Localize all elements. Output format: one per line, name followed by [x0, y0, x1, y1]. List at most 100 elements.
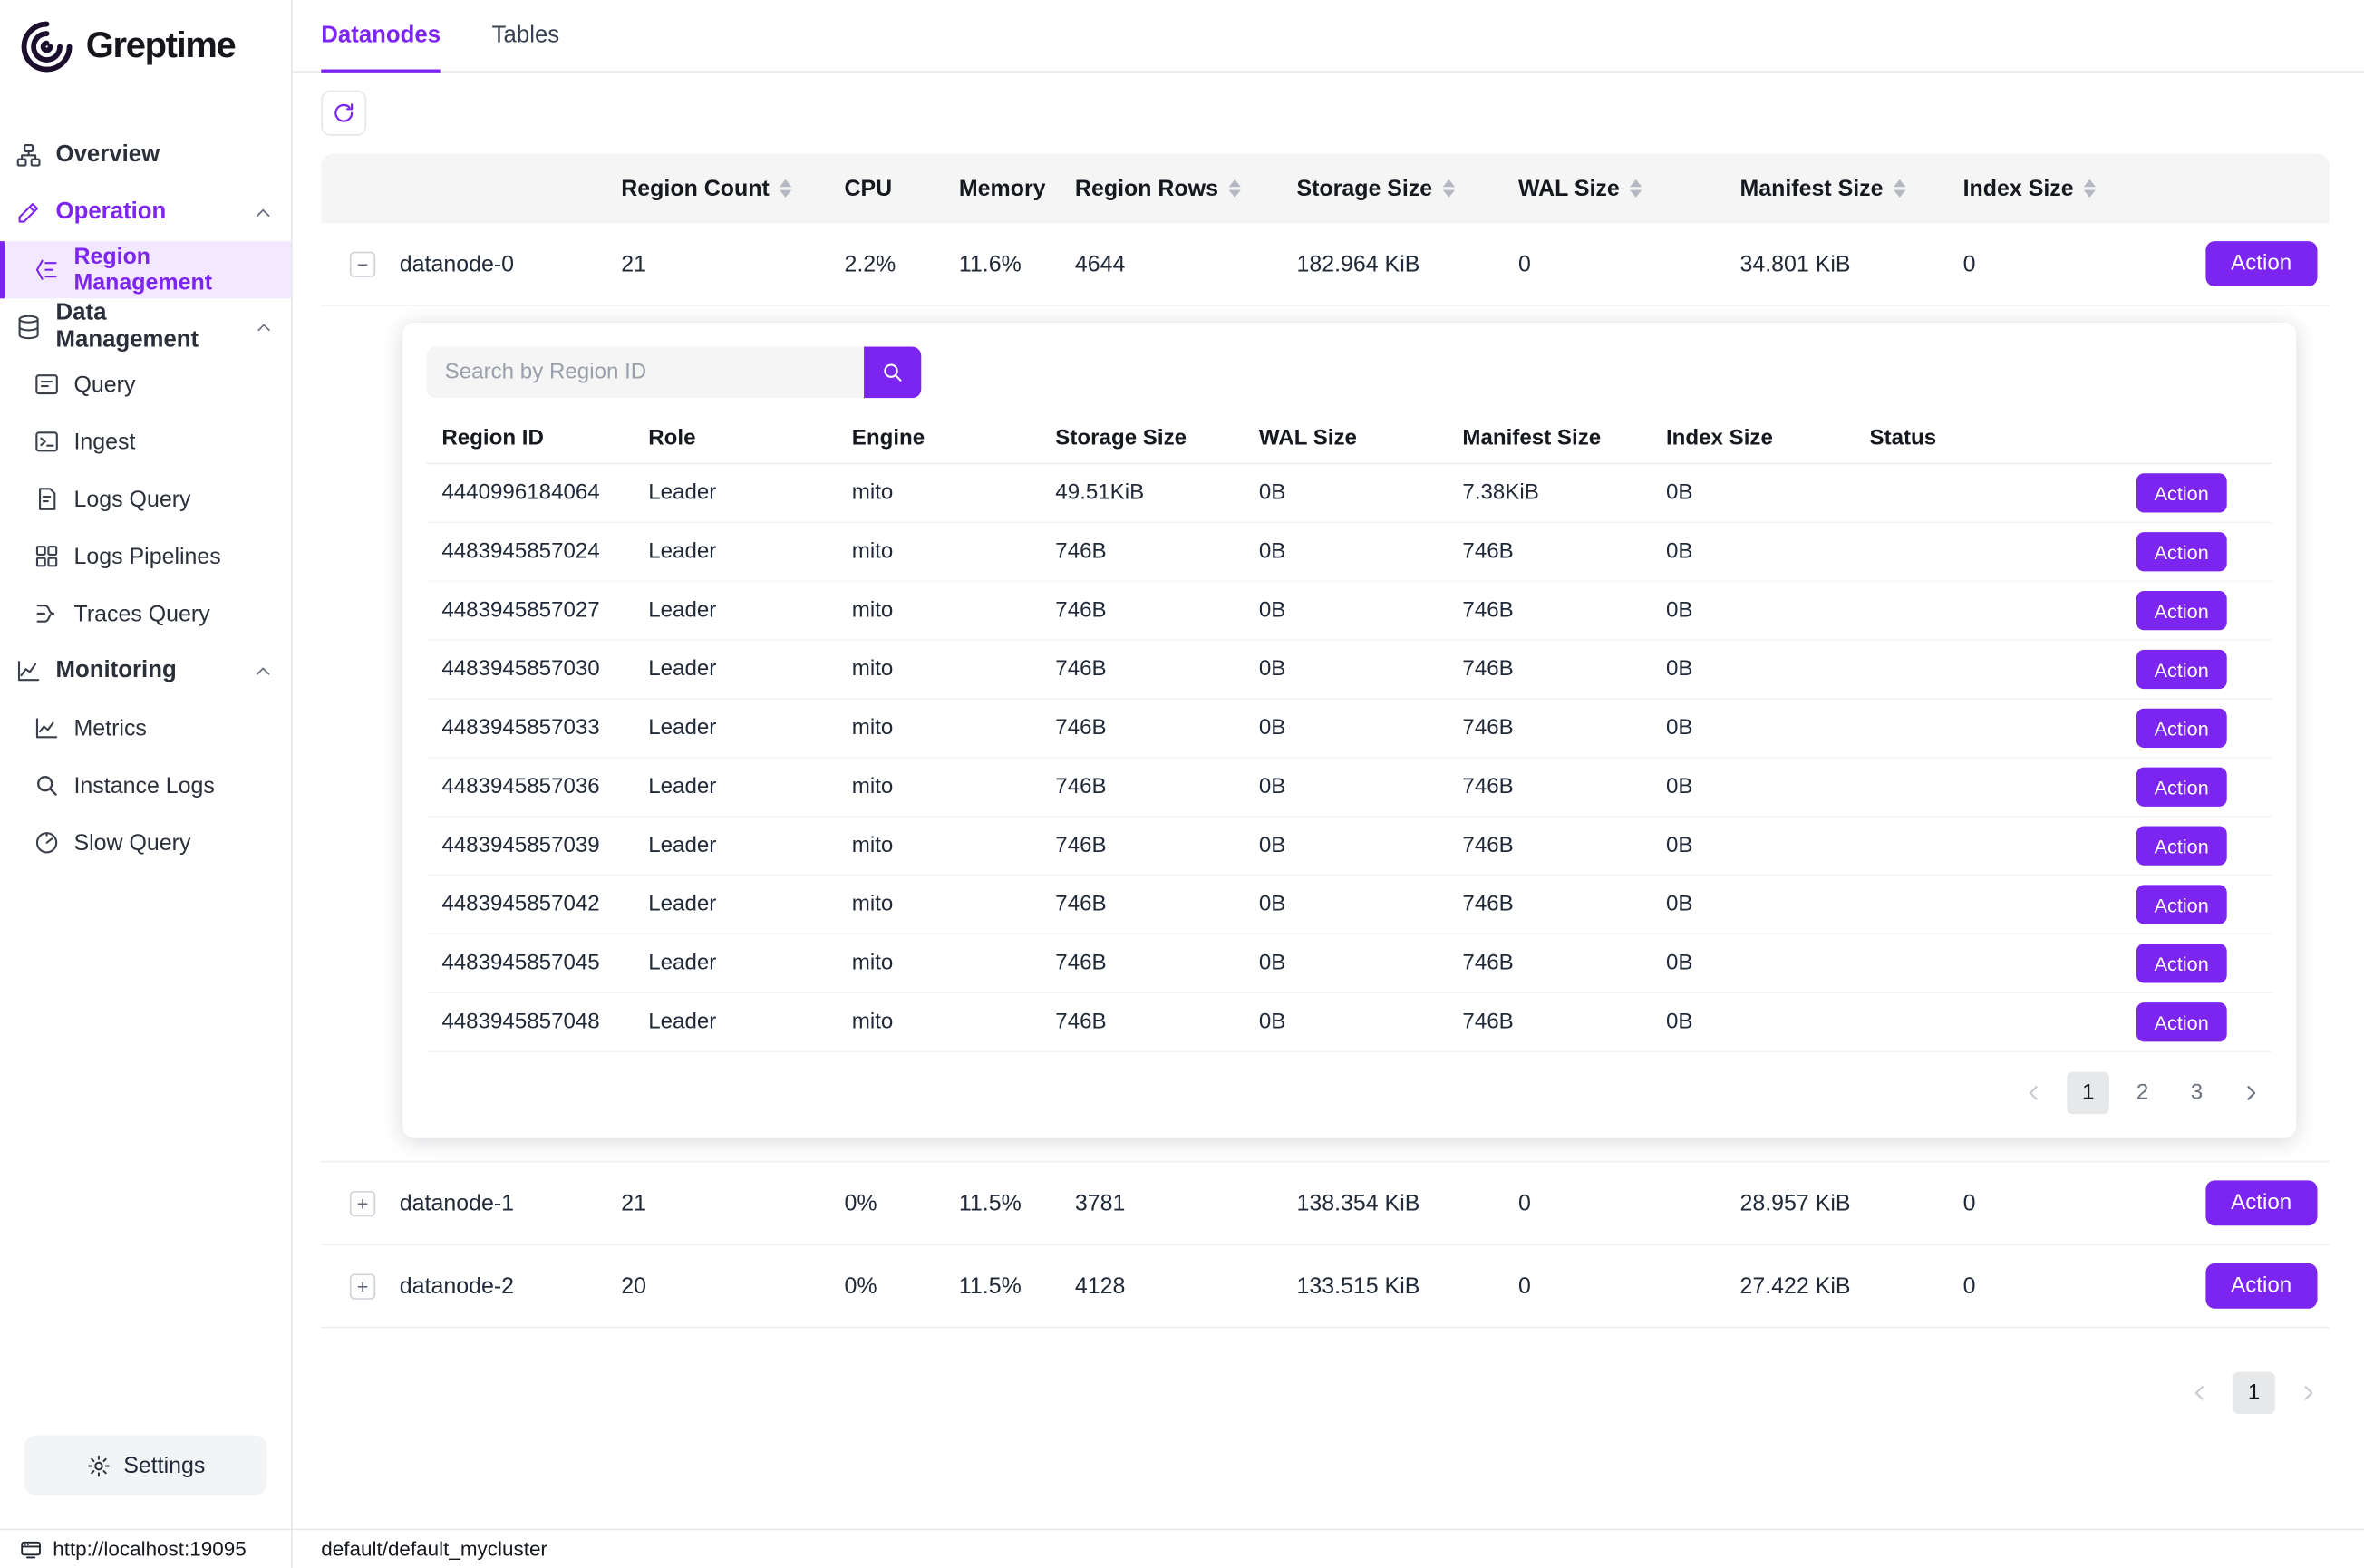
index-size-value: 0 — [1948, 1273, 2141, 1299]
region-search-button[interactable] — [864, 347, 921, 399]
pagination-page-3[interactable]: 3 — [2175, 1072, 2218, 1115]
expand-datanode-button[interactable]: + — [350, 1273, 375, 1299]
action-button[interactable]: Action — [2205, 1180, 2318, 1225]
sidebar-item-query[interactable]: Query — [0, 356, 291, 413]
index-size-value: 0B — [1651, 893, 1855, 917]
sidebar-group-data-management[interactable]: Data Management — [0, 298, 291, 355]
chevron-up-icon — [255, 317, 273, 337]
column-header-storage-size[interactable]: Storage Size — [1282, 176, 1504, 201]
action-button[interactable]: Action — [2205, 1263, 2318, 1309]
index-size-value: 0 — [1948, 251, 2141, 276]
action-button[interactable]: Action — [2136, 885, 2227, 924]
action-button[interactable]: Action — [2136, 944, 2227, 982]
chevron-up-icon — [253, 661, 273, 681]
region-row: 4483945857045 Leader mito 746B 0B 746B 0… — [427, 934, 2272, 993]
pagination-page-1[interactable]: 1 — [2067, 1072, 2109, 1115]
column-header-region-rows[interactable]: Region Rows — [1060, 176, 1282, 201]
sidebar-item-ingest[interactable]: Ingest — [0, 413, 291, 470]
pagination-page-2[interactable]: 2 — [2121, 1072, 2164, 1115]
index-size-value: 0B — [1651, 834, 1855, 858]
sort-icon[interactable] — [1630, 179, 1642, 198]
role-value: Leader — [634, 952, 838, 976]
action-button[interactable]: Action — [2136, 532, 2227, 571]
action-button[interactable]: Action — [2136, 650, 2227, 689]
sidebar-item-region-management[interactable]: Region Management — [0, 241, 291, 298]
sort-icon[interactable] — [1443, 179, 1455, 198]
region-row: 4483945857036 Leader mito 746B 0B 746B 0… — [427, 759, 2272, 818]
pagination-next-button[interactable] — [2287, 1372, 2330, 1415]
sidebar-item-logs-query[interactable]: Logs Query — [0, 470, 291, 528]
storage-size-value: 746B — [1041, 716, 1245, 740]
tab-datanodes[interactable]: Datanodes — [321, 0, 441, 71]
region-count-value: 21 — [606, 1190, 829, 1215]
region-id-value: 4483945857042 — [427, 893, 634, 917]
sidebar-item-traces-query[interactable]: Traces Query — [0, 585, 291, 642]
engine-value: mito — [837, 716, 1041, 740]
sidebar-group-monitoring[interactable]: Monitoring — [0, 643, 291, 700]
index-size-value: 0B — [1651, 716, 1855, 740]
memory-value: 11.5% — [944, 1190, 1060, 1215]
wal-size-value: 0 — [1503, 251, 1725, 276]
chevron-left-icon — [2189, 1382, 2210, 1403]
sidebar-item-metrics[interactable]: Metrics — [0, 700, 291, 757]
toolbar — [293, 73, 2364, 154]
column-header-region-count[interactable]: Region Count — [606, 176, 829, 201]
sidebar-item-instance-logs[interactable]: Instance Logs — [0, 757, 291, 814]
column-header-manifest-size[interactable]: Manifest Size — [1725, 176, 1948, 201]
wal-size-value: 0B — [1244, 598, 1448, 623]
manifest-size-value: 28.957 KiB — [1725, 1190, 1948, 1215]
sidebar-item-label: Traces Query — [74, 601, 210, 626]
manifest-size-value: 746B — [1448, 834, 1652, 858]
pagination-prev-button[interactable] — [2178, 1372, 2221, 1415]
sidebar-item-logs-pipelines[interactable]: Logs Pipelines — [0, 528, 291, 585]
logs-query-icon — [34, 486, 61, 513]
brand-logo[interactable]: Greptime — [0, 0, 291, 91]
storage-size-value: 746B — [1041, 539, 1245, 564]
column-header-index-size[interactable]: Index Size — [1948, 176, 2141, 201]
sidebar-item-label: Slow Query — [74, 830, 191, 856]
column-header-wal-size: WAL Size — [1244, 426, 1448, 450]
action-button[interactable]: Action — [2136, 591, 2227, 630]
sort-icon[interactable] — [780, 179, 791, 198]
sidebar-item-slow-query[interactable]: Slow Query — [0, 814, 291, 871]
region-id-value: 4483945857039 — [427, 834, 634, 858]
engine-value: mito — [837, 775, 1041, 799]
gear-icon — [86, 1453, 111, 1478]
region-rows-value: 4128 — [1060, 1273, 1282, 1299]
sort-icon[interactable] — [1229, 179, 1241, 198]
engine-value: mito — [837, 481, 1041, 506]
database-icon — [15, 314, 43, 341]
expand-datanode-button[interactable]: + — [350, 1190, 375, 1215]
settings-button[interactable]: Settings — [24, 1435, 267, 1495]
column-header-wal-size[interactable]: WAL Size — [1503, 176, 1725, 201]
action-button[interactable]: Action — [2136, 768, 2227, 807]
brand-name: Greptime — [86, 25, 236, 68]
action-button[interactable]: Action — [2136, 826, 2227, 865]
greptime-dashboard: Greptime Overview Operation Region Manag… — [0, 0, 2364, 1568]
collapse-datanode-button[interactable]: − — [350, 251, 375, 276]
action-button[interactable]: Action — [2136, 473, 2227, 512]
sort-icon[interactable] — [2084, 179, 2096, 198]
tab-tables[interactable]: Tables — [492, 0, 560, 71]
traces-query-icon — [34, 600, 61, 627]
pagination-prev-button[interactable] — [2013, 1072, 2056, 1115]
sort-icon[interactable] — [1894, 179, 1905, 198]
sidebar-group-operation[interactable]: Operation — [0, 184, 291, 241]
index-size-value: 0B — [1651, 1010, 1855, 1034]
pagination-next-button[interactable] — [2230, 1072, 2272, 1115]
role-value: Leader — [634, 775, 838, 799]
action-button[interactable]: Action — [2136, 1002, 2227, 1041]
action-button[interactable]: Action — [2136, 709, 2227, 748]
refresh-button[interactable] — [321, 91, 366, 136]
pagination-page-1[interactable]: 1 — [2233, 1372, 2275, 1415]
region-row: 4483945857030 Leader mito 746B 0B 746B 0… — [427, 641, 2272, 700]
sidebar-item-overview[interactable]: Overview — [0, 127, 291, 184]
region-search-input[interactable] — [427, 347, 864, 399]
index-size-value: 0B — [1651, 775, 1855, 799]
sidebar-group-label: Data Management — [56, 300, 242, 354]
action-button[interactable]: Action — [2205, 241, 2318, 286]
manifest-size-value: 746B — [1448, 598, 1652, 623]
datanodes-table: Region Count CPU Memory Region Rows Stor… — [321, 154, 2330, 1329]
column-header-storage-size: Storage Size — [1041, 426, 1245, 450]
storage-size-value: 746B — [1041, 834, 1245, 858]
